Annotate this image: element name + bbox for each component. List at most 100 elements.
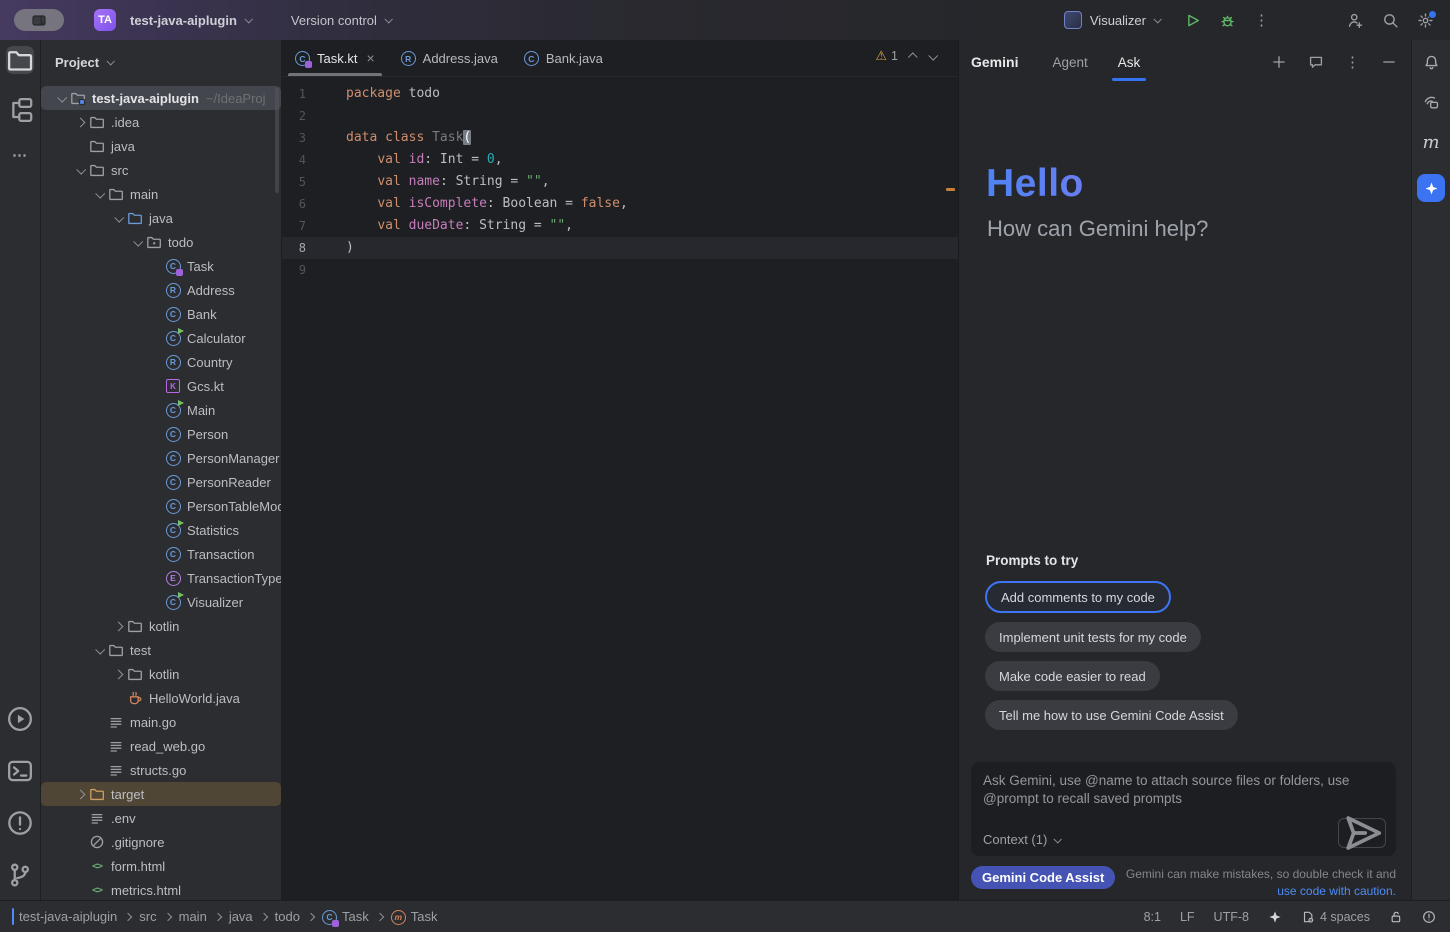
broadcast-icon[interactable] [1423,94,1440,111]
code-line-8[interactable]: 8) [282,237,958,259]
code-line-3[interactable]: 3data class Task( [282,127,958,149]
minimize-icon[interactable] [1381,54,1397,70]
warning-stripe-mark[interactable] [946,188,955,191]
tree-item-todo[interactable]: todo [41,230,281,254]
encoding[interactable]: UTF-8 [1214,910,1249,924]
tree-item-person[interactable]: CPerson [41,422,281,446]
tree-item-statistics[interactable]: CStatistics [41,518,281,542]
caret-position[interactable]: 8:1 [1144,910,1161,924]
tree-item-main[interactable]: main [41,182,281,206]
line-ending[interactable]: LF [1180,910,1195,924]
gemini-more-icon[interactable]: ⋮ [1345,53,1360,71]
chevron-right-icon[interactable] [76,117,86,127]
chevron-right-icon[interactable] [76,789,86,799]
structure-tool-button[interactable] [6,96,34,124]
chat-history-icon[interactable] [1308,54,1324,70]
tab-address-java[interactable]: RAddress.java [388,40,511,76]
breadcrumb-task-6[interactable]: mTask [391,908,438,925]
settings-gear-icon[interactable] [1417,12,1434,29]
tree-item-calculator[interactable]: CCalculator [41,326,281,350]
window-controls[interactable] [14,9,64,31]
code-line-7[interactable]: 7 val dueDate: String = "", [282,215,958,237]
unlocked-icon[interactable] [1389,910,1403,924]
run-button[interactable] [1184,12,1201,29]
tree-item-metrics-html[interactable]: <>metrics.html [41,878,281,900]
gemini-input-box[interactable]: Ask Gemini, use @name to attach source f… [971,762,1396,856]
run-tool-button[interactable] [6,705,34,733]
code-line-6[interactable]: 6 val isComplete: Boolean = false, [282,193,958,215]
tree-item-country[interactable]: RCountry [41,350,281,374]
gemini-tab-ask[interactable]: Ask [1118,40,1141,84]
prompt-chip-implement-unit-tests-for-my-code[interactable]: Implement unit tests for my code [985,622,1201,652]
project-tool-button[interactable] [6,46,34,74]
more-menu-icon[interactable]: ⋮ [1254,11,1269,29]
prompt-chip-make-code-easier-to-read[interactable]: Make code easier to read [985,661,1160,691]
notifications-bell-icon[interactable] [1423,54,1440,71]
more-tools-icon[interactable]: ⋯ [12,146,28,164]
debug-button[interactable] [1219,12,1236,29]
prev-problem-icon[interactable] [908,52,918,62]
gemini-tab-agent[interactable]: Agent [1052,40,1087,84]
chevron-down-icon[interactable] [95,644,105,654]
project-menu[interactable]: test-java-aiplugin [124,9,257,32]
add-user-icon[interactable] [1347,12,1364,29]
tree-item-helloworld-java[interactable]: HelloWorld.java [41,686,281,710]
tab-task-kt[interactable]: CTask.kt× [282,40,388,76]
tree-item-address[interactable]: RAddress [41,278,281,302]
maven-icon[interactable]: m [1422,134,1439,151]
breadcrumb-java[interactable]: java [229,909,253,924]
version-control-menu[interactable]: Version control [285,9,397,32]
code-line-1[interactable]: 1package todo [282,83,958,105]
tree-item-visualizer[interactable]: CVisualizer [41,590,281,614]
tree-item-task[interactable]: CTask [41,254,281,278]
chevron-right-icon[interactable] [114,669,124,679]
chevron-down-icon[interactable] [114,212,124,222]
tree-item-transaction[interactable]: CTransaction [41,542,281,566]
indent-setting[interactable]: 4 spaces [1301,910,1370,924]
prompt-chip-tell-me-how-to-use-gemini-code-assist[interactable]: Tell me how to use Gemini Code Assist [985,700,1238,730]
project-panel-header[interactable]: Project [41,40,281,84]
git-tool-button[interactable] [6,861,34,889]
inspections-status-icon[interactable] [1422,910,1436,924]
code-line-2[interactable]: 2 [282,105,958,127]
search-icon[interactable] [1382,12,1399,29]
tree-item-personreader[interactable]: CPersonReader [41,470,281,494]
tree-item-main-go[interactable]: main.go [41,710,281,734]
code-editor[interactable]: 1package todo23data class Task(4 val id:… [282,77,958,900]
tree-item-java[interactable]: java [41,206,281,230]
terminal-tool-button[interactable] [6,757,34,785]
chevron-right-icon[interactable] [114,621,124,631]
tree-item-kotlin[interactable]: kotlin [41,614,281,638]
breadcrumb-task-5[interactable]: CTask [322,908,369,925]
tree-item-transactiontype[interactable]: ETransactionType [41,566,281,590]
tree-item-bank[interactable]: CBank [41,302,281,326]
breadcrumb-test-java-aiplugin[interactable]: test-java-aiplugin [12,909,117,924]
tree-item-test-java-aiplugin[interactable]: test-java-aiplugin~/IdeaProj [41,86,281,110]
tree-item-main[interactable]: CMain [41,398,281,422]
tree-item-gcs-kt[interactable]: KGcs.kt [41,374,281,398]
code-line-5[interactable]: 5 val name: String = "", [282,171,958,193]
caution-link[interactable]: use code with caution. [1277,884,1396,898]
error-stripe[interactable] [944,76,958,900]
code-line-4[interactable]: 4 val id: Int = 0, [282,149,958,171]
context-selector[interactable]: Context (1) [983,832,1060,847]
tree-item-test[interactable]: test [41,638,281,662]
tree-item-read-web-go[interactable]: read_web.go [41,734,281,758]
tree-item-gitignore[interactable]: .gitignore [41,830,281,854]
prompt-chip-add-comments-to-my-code[interactable]: Add comments to my code [985,581,1171,613]
tree-item-personmanager[interactable]: CPersonManager [41,446,281,470]
tree-item-persontablemode[interactable]: CPersonTableMode [41,494,281,518]
tree-scrollbar[interactable] [275,88,279,193]
breadcrumb-main[interactable]: main [179,909,207,924]
tree-item-src[interactable]: src [41,158,281,182]
new-chat-icon[interactable] [1271,54,1287,70]
send-button[interactable] [1338,818,1386,848]
chevron-down-icon[interactable] [57,92,67,102]
tab-bank-java[interactable]: CBank.java [511,40,616,76]
tree-item-structs-go[interactable]: structs.go [41,758,281,782]
breadcrumb-src[interactable]: src [139,909,156,924]
run-config-select[interactable]: Visualizer [1058,7,1166,33]
tree-item-target[interactable]: target [41,782,281,806]
tree-item-form-html[interactable]: <>form.html [41,854,281,878]
tree-item-idea[interactable]: .idea [41,110,281,134]
